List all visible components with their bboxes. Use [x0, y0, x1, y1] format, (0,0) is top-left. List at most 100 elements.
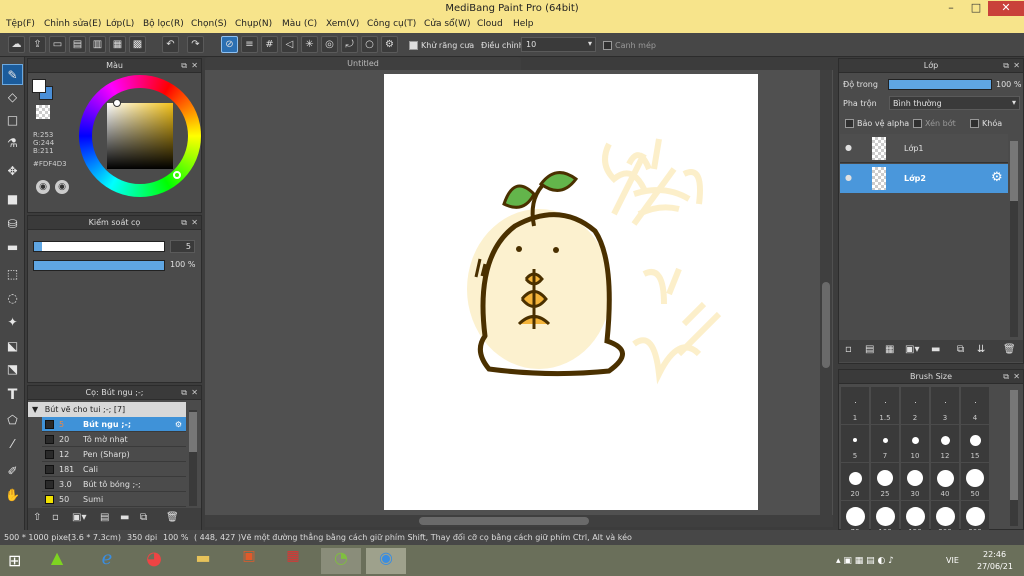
- brush-size-scrollbar[interactable]: [1010, 390, 1018, 526]
- brush-group-row[interactable]: ▼ Bút vẽ cho tui ;-; [7]: [28, 402, 186, 417]
- lock-checkbox[interactable]: [970, 119, 979, 130]
- popout-icon[interactable]: ⧉: [1003, 370, 1009, 383]
- page-icon[interactable]: ▦: [109, 36, 126, 53]
- brush-size-option[interactable]: 300: [961, 501, 989, 530]
- menu-window[interactable]: Cửa sổ(W): [424, 19, 470, 29]
- close-icon[interactable]: ✕: [191, 59, 198, 72]
- medibang-task-icon[interactable]: ◔: [321, 548, 361, 574]
- share-icon[interactable]: ⇪: [29, 36, 46, 53]
- menu-cloud[interactable]: Cloud: [477, 19, 503, 29]
- hand-tool-icon[interactable]: ✋: [2, 485, 23, 506]
- brush-size-slider[interactable]: [33, 241, 165, 252]
- input-language[interactable]: VIE: [946, 556, 959, 565]
- close-button[interactable]: ✕: [988, 1, 1024, 16]
- popout-icon[interactable]: ⧉: [1003, 59, 1009, 72]
- close-icon[interactable]: ✕: [1013, 59, 1020, 72]
- document-icon[interactable]: ▥: [89, 36, 106, 53]
- select-rect-tool-icon[interactable]: ⬚: [2, 264, 23, 285]
- foreground-swatch[interactable]: [32, 79, 46, 93]
- chat-icon[interactable]: ▤: [69, 36, 86, 53]
- palette-add-icon[interactable]: ◉: [55, 180, 69, 194]
- palette-icon[interactable]: ◉: [36, 180, 50, 194]
- new-layer-icon[interactable]: ▫: [845, 344, 852, 355]
- menu-layer[interactable]: Lớp(L): [106, 19, 134, 29]
- layer-row[interactable]: ● Lớp1: [840, 134, 1008, 163]
- new-brush-icon[interactable]: ▫: [52, 512, 59, 523]
- app-icon[interactable]: ▦: [276, 548, 310, 574]
- horizontal-scrollbar[interactable]: [205, 515, 833, 527]
- brush-tool-icon[interactable]: ✎: [2, 64, 23, 85]
- brush-copy-icon[interactable]: ▤: [100, 512, 109, 523]
- brush-size-option[interactable]: 5: [841, 425, 869, 462]
- menu-filter[interactable]: Bộ lọc(R): [143, 19, 184, 29]
- maximize-button[interactable]: □: [964, 1, 988, 16]
- eraser-tool-icon[interactable]: ◇: [2, 87, 23, 108]
- minimize-button[interactable]: –: [939, 1, 963, 16]
- gear-icon[interactable]: ⚙: [991, 170, 1003, 185]
- fill-rect-tool-icon[interactable]: ■: [2, 189, 23, 210]
- undo-icon[interactable]: ↶: [162, 36, 179, 53]
- brush-menu-icon[interactable]: ▣▾: [72, 512, 86, 523]
- merge-layer-icon[interactable]: ⇊: [977, 344, 985, 355]
- ie-icon[interactable]: ℯ: [90, 548, 124, 574]
- gear-icon[interactable]: ⚙: [175, 417, 182, 432]
- brush-opacity-slider[interactable]: [33, 260, 165, 271]
- brush-size-option[interactable]: 4: [961, 387, 989, 424]
- brush-item-selected[interactable]: 5 Bút ngu ;-; ⚙: [42, 417, 186, 432]
- color-wheel[interactable]: [79, 75, 201, 197]
- new-8bit-layer-icon[interactable]: ▦: [885, 344, 894, 355]
- powerpoint-icon[interactable]: ▣: [232, 548, 266, 574]
- circle-snap-icon[interactable]: ○: [361, 36, 378, 53]
- folder-icon[interactable]: ▬: [931, 344, 940, 355]
- move-tool-icon[interactable]: ✥: [2, 161, 23, 182]
- duplicate-layer-icon[interactable]: ⧉: [957, 344, 964, 355]
- tray-icons[interactable]: ▴ ▣ ▦ ▤ ◐ ♪: [836, 556, 894, 566]
- new-halftone-layer-icon[interactable]: ▤: [865, 344, 874, 355]
- redo-icon[interactable]: ↷: [187, 36, 204, 53]
- trash-icon[interactable]: 🗑: [166, 512, 179, 523]
- brush-size-option[interactable]: 7: [871, 425, 899, 462]
- concentric-snap-icon[interactable]: ◎: [321, 36, 338, 53]
- brush-size-option[interactable]: 20: [841, 463, 869, 500]
- snap-checkbox[interactable]: [603, 41, 612, 52]
- hue-picker-handle[interactable]: [173, 171, 181, 179]
- canvas-paper[interactable]: [384, 74, 758, 510]
- folder-icon[interactable]: ▬: [120, 512, 129, 523]
- text-tool-icon[interactable]: T: [2, 385, 23, 406]
- brush-size-option[interactable]: 2: [901, 387, 929, 424]
- brush-item[interactable]: 12 Pen (Sharp): [42, 447, 186, 462]
- cross-snap-icon[interactable]: #: [261, 36, 278, 53]
- duplicate-icon[interactable]: ⧉: [140, 512, 147, 523]
- dot-tool-icon[interactable]: ⚗: [2, 133, 23, 154]
- snap-off-icon[interactable]: ⊘: [221, 36, 238, 53]
- brush-size-option[interactable]: 10: [901, 425, 929, 462]
- brush-size-value[interactable]: 5: [170, 240, 195, 253]
- layer-row-selected[interactable]: ● Lớp2 ⚙: [840, 164, 1008, 193]
- brush-list-scrollbar[interactable]: [189, 410, 197, 506]
- add-layer-menu-icon[interactable]: ▣▾: [905, 344, 919, 355]
- eye-icon[interactable]: ●: [845, 173, 852, 182]
- popout-icon[interactable]: ⧉: [181, 216, 187, 229]
- add-brush-icon[interactable]: ⇧: [33, 512, 41, 523]
- windows-start-icon[interactable]: ⊞: [8, 552, 26, 570]
- lasso-tool-icon[interactable]: ◌: [2, 288, 23, 309]
- trash-icon[interactable]: 🗑: [1003, 344, 1016, 355]
- operation-tool-icon[interactable]: ⬠: [2, 410, 23, 431]
- grid-icon[interactable]: ▩: [129, 36, 146, 53]
- bluestacks-icon[interactable]: ▲: [40, 548, 74, 574]
- vertical-scrollbar[interactable]: [820, 70, 832, 515]
- brush-size-option[interactable]: 12: [931, 425, 959, 462]
- bucket-tool-icon[interactable]: ⛁: [2, 214, 23, 235]
- protect-alpha-checkbox[interactable]: [845, 119, 854, 130]
- brush-item[interactable]: 181 Cali: [42, 462, 186, 477]
- brush-item[interactable]: 3.0 Bút tô bóng ;-;: [42, 477, 186, 492]
- select-pen-tool-icon[interactable]: ⬕: [2, 336, 23, 357]
- adjust-select[interactable]: 10 ▾: [521, 37, 596, 52]
- close-icon[interactable]: ✕: [191, 216, 198, 229]
- close-icon[interactable]: ✕: [1013, 370, 1020, 383]
- magic-wand-tool-icon[interactable]: ✦: [2, 312, 23, 333]
- menu-select[interactable]: Chọn(S): [191, 19, 227, 29]
- brush-item[interactable]: 20 Tô mờ nhạt: [42, 432, 186, 447]
- clipping-checkbox[interactable]: [913, 119, 922, 130]
- brush-size-option[interactable]: 100: [871, 501, 899, 530]
